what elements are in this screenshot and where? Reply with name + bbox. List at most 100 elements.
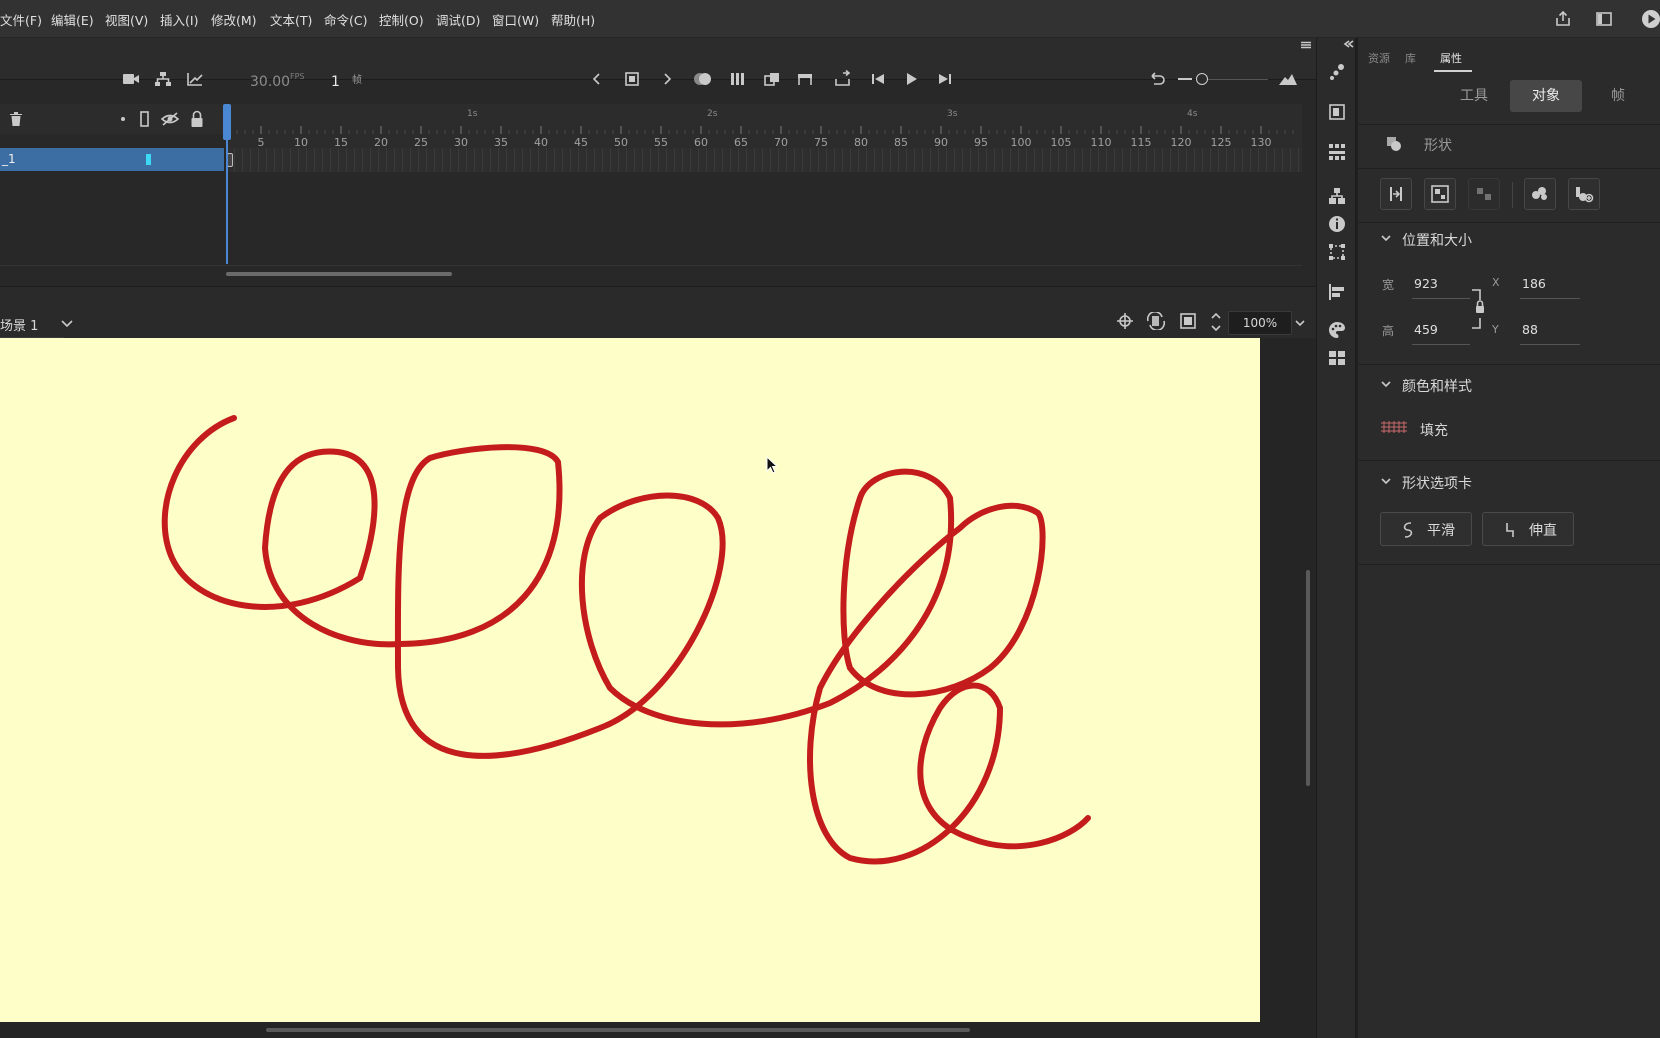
next-keyframe-icon[interactable] bbox=[660, 71, 674, 87]
stage-vscrollbar[interactable] bbox=[1306, 570, 1310, 786]
stage-hscrollbar[interactable] bbox=[266, 1028, 970, 1032]
mountain-icon[interactable] bbox=[1278, 71, 1298, 87]
zoom-out-mark[interactable] bbox=[1178, 78, 1192, 80]
timeline-hscrollbar[interactable] bbox=[226, 272, 452, 276]
segment-tool[interactable]: 工具 bbox=[1438, 80, 1510, 112]
layer-frames[interactable] bbox=[226, 148, 1302, 172]
loop-icon[interactable] bbox=[834, 70, 852, 88]
color-style-title[interactable]: 颜色和样式 bbox=[1402, 376, 1472, 396]
section-chevron-icon[interactable] bbox=[1380, 232, 1392, 244]
color-icon[interactable] bbox=[1327, 320, 1347, 340]
workspace-icon[interactable] bbox=[1594, 9, 1614, 29]
panel-menu-icon[interactable] bbox=[1300, 41, 1312, 49]
clip-stage-icon[interactable] bbox=[1179, 312, 1197, 330]
frames-icon[interactable] bbox=[729, 71, 747, 87]
y-value[interactable]: 88 bbox=[1522, 322, 1538, 337]
tab-assets[interactable]: 资源 bbox=[1368, 50, 1390, 66]
menu-file[interactable]: 文件(F) bbox=[0, 10, 42, 29]
stage-canvas[interactable] bbox=[0, 338, 1260, 1022]
smooth-button[interactable]: 平滑 bbox=[1380, 512, 1472, 546]
insert-keyframe-icon[interactable] bbox=[624, 71, 640, 87]
rotate-stage-icon[interactable] bbox=[1146, 312, 1166, 330]
zoom-stepper-icon[interactable] bbox=[1209, 310, 1223, 334]
fill-label: 填充 bbox=[1420, 423, 1448, 439]
playhead-handle[interactable] bbox=[223, 104, 231, 140]
section-chevron-icon[interactable] bbox=[1380, 378, 1392, 390]
scribble-stroke[interactable] bbox=[0, 338, 1260, 1022]
step-forward-icon[interactable] bbox=[937, 71, 953, 87]
height-value[interactable]: 459 bbox=[1414, 322, 1438, 337]
zoom-input[interactable]: 100% bbox=[1228, 311, 1292, 335]
menu-commands[interactable]: 命令(C) bbox=[324, 10, 367, 29]
fps-value[interactable]: 30.00 bbox=[250, 74, 290, 90]
test-movie-icon[interactable] bbox=[1640, 8, 1660, 30]
step-back-icon[interactable] bbox=[870, 71, 886, 87]
break-apart-button[interactable] bbox=[1380, 178, 1412, 210]
ungroup-button[interactable] bbox=[1468, 178, 1500, 210]
panel-tabs: 资源 库 属性 bbox=[1358, 48, 1660, 72]
swatches-icon[interactable] bbox=[1327, 142, 1347, 162]
play-icon[interactable] bbox=[903, 71, 919, 87]
edit-multiple-frames-icon[interactable] bbox=[763, 71, 781, 87]
add-to-library-button[interactable] bbox=[1568, 178, 1600, 210]
menu-modify[interactable]: 修改(M) bbox=[211, 10, 257, 29]
position-size-title[interactable]: 位置和大小 bbox=[1402, 230, 1472, 250]
group-button[interactable] bbox=[1424, 178, 1456, 210]
layer-row[interactable]: _1 bbox=[0, 148, 224, 171]
x-value[interactable]: 186 bbox=[1522, 276, 1546, 291]
camera-icon[interactable] bbox=[122, 72, 140, 86]
menu-control[interactable]: 控制(O) bbox=[379, 10, 424, 29]
menu-text[interactable]: 文本(T) bbox=[270, 10, 312, 29]
timeline-zoom-handle[interactable] bbox=[1196, 73, 1208, 85]
width-value[interactable]: 923 bbox=[1414, 276, 1438, 291]
trash-icon[interactable] bbox=[8, 110, 24, 128]
segment-object[interactable]: 对象 bbox=[1510, 80, 1582, 112]
onion-skin-icon[interactable] bbox=[693, 71, 713, 87]
segment-frame[interactable]: 帧 bbox=[1582, 80, 1654, 112]
menu-insert[interactable]: 插入(I) bbox=[160, 10, 198, 29]
lock-proportions-icon[interactable] bbox=[1470, 286, 1490, 332]
layer-parenting-icon[interactable] bbox=[154, 71, 172, 87]
fill-none-swatch-icon[interactable] bbox=[1380, 420, 1408, 434]
chevron-down-icon[interactable] bbox=[60, 319, 74, 329]
frames-area[interactable]: 5 10 15 20 25 30 35 40 45 50 55 60 65 70 75 80 85 90 95 100… bbox=[223, 104, 1302, 284]
undo-icon[interactable] bbox=[1148, 70, 1166, 88]
timeline-toolbar: 30.00 FPS 1 帧 bbox=[0, 38, 1316, 90]
current-frame[interactable]: 1 bbox=[331, 74, 340, 90]
second-marker-label: 1s bbox=[467, 109, 478, 119]
shape-options-title[interactable]: 形状选项卡 bbox=[1402, 473, 1472, 493]
divider bbox=[1358, 222, 1660, 223]
section-chevron-icon[interactable] bbox=[1380, 475, 1392, 487]
transform-icon[interactable] bbox=[1327, 242, 1347, 262]
menu-view[interactable]: 视图(V) bbox=[105, 10, 148, 29]
graph-icon[interactable] bbox=[186, 71, 204, 87]
tab-library[interactable]: 库 bbox=[1405, 50, 1416, 66]
lock-icon[interactable] bbox=[189, 109, 205, 129]
menu-help[interactable]: 帮助(H) bbox=[551, 10, 595, 29]
frame-picker-icon[interactable] bbox=[1327, 102, 1347, 122]
center-stage-icon[interactable] bbox=[1116, 312, 1134, 330]
assets-icon[interactable] bbox=[1327, 348, 1347, 368]
layer-color-swatch[interactable] bbox=[146, 154, 151, 165]
tab-properties[interactable]: 属性 bbox=[1440, 50, 1462, 66]
prev-keyframe-icon[interactable] bbox=[590, 71, 604, 87]
straighten-button[interactable]: 伸直 bbox=[1482, 512, 1574, 546]
menu-window[interactable]: 窗口(W) bbox=[492, 10, 539, 29]
frame-ruler[interactable]: 5 10 15 20 25 30 35 40 45 50 55 60 65 70 75 80 85 90 95 100… bbox=[226, 104, 1302, 148]
menu-edit[interactable]: 编辑(E) bbox=[51, 10, 94, 29]
menu-debug[interactable]: 调试(D) bbox=[436, 10, 480, 29]
motion-presets-icon[interactable] bbox=[1327, 62, 1347, 82]
components-icon[interactable] bbox=[1327, 186, 1347, 206]
convert-to-symbol-button[interactable] bbox=[1524, 178, 1556, 210]
share-icon[interactable] bbox=[1553, 9, 1573, 29]
eye-hidden-icon[interactable] bbox=[160, 110, 180, 128]
layer-name[interactable]: _1 bbox=[2, 152, 16, 166]
scene-name[interactable]: 场景 1 bbox=[0, 315, 38, 334]
insert-frame-icon[interactable] bbox=[796, 71, 814, 87]
highlight-layer-icon[interactable] bbox=[121, 117, 125, 121]
info-icon[interactable] bbox=[1327, 214, 1347, 234]
zoom-dropdown-icon[interactable] bbox=[1294, 318, 1306, 328]
align-icon[interactable] bbox=[1327, 282, 1347, 302]
outline-icon[interactable] bbox=[139, 110, 151, 128]
collapse-panels-icon[interactable] bbox=[1343, 40, 1355, 48]
